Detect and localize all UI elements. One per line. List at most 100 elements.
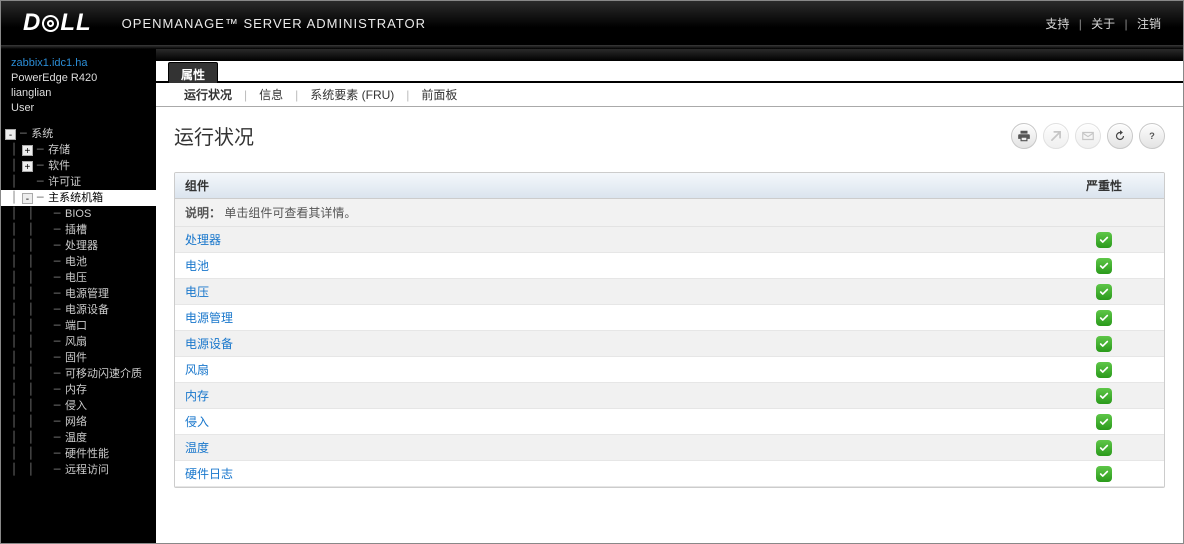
tree-spacer xyxy=(39,401,50,412)
logout-link[interactable]: 注销 xyxy=(1137,17,1161,31)
tree-item[interactable]: │ │ ─ 网络 xyxy=(1,414,156,430)
tree-spacer xyxy=(39,241,50,252)
table-row: 温度 xyxy=(175,435,1164,461)
tree-item[interactable]: -─ 系统 xyxy=(1,126,156,142)
tree-item-label: 可移动闪速介质 xyxy=(65,366,142,382)
tree-item-label: 硬件性能 xyxy=(65,446,109,462)
health-table: 组件 严重性 说明： 单击组件可查看其详情。处理器电池电压电源管理电源设备风扇内… xyxy=(175,173,1164,487)
component-link[interactable]: 电压 xyxy=(185,285,209,299)
tree-item[interactable]: │ +─ 软件 xyxy=(1,158,156,174)
tree-item[interactable]: │ -─ 主系统机箱 xyxy=(1,190,156,206)
page: 运行状况 ? xyxy=(156,107,1183,543)
component-cell: 温度 xyxy=(175,435,1044,461)
tree-item-label: 软件 xyxy=(48,158,70,174)
subtab[interactable]: 运行状况 xyxy=(172,83,244,106)
status-ok-icon xyxy=(1096,414,1112,430)
tree-item-label: 固件 xyxy=(65,350,87,366)
severity-cell xyxy=(1044,461,1164,487)
tree-item[interactable]: │ │ ─ 处理器 xyxy=(1,238,156,254)
collapse-icon[interactable]: - xyxy=(5,129,16,140)
component-link[interactable]: 硬件日志 xyxy=(185,467,233,481)
tree-item[interactable]: │ │ ─ 内存 xyxy=(1,382,156,398)
tree-item-label: 电压 xyxy=(65,270,87,286)
tree-item[interactable]: │ │ ─ 温度 xyxy=(1,430,156,446)
sidebar: zabbix1.idc1.ha PowerEdge R420 lianglian… xyxy=(1,49,156,543)
export-button[interactable] xyxy=(1043,123,1069,149)
collapse-icon[interactable]: - xyxy=(22,193,33,204)
severity-cell xyxy=(1044,409,1164,435)
component-link[interactable]: 温度 xyxy=(185,441,209,455)
support-link[interactable]: 支持 xyxy=(1045,17,1069,31)
col-component[interactable]: 组件 xyxy=(175,173,1044,199)
email-button[interactable] xyxy=(1075,123,1101,149)
tree-item[interactable]: │ │ ─ 侵入 xyxy=(1,398,156,414)
tree-item-label: 存储 xyxy=(48,142,70,158)
refresh-button[interactable] xyxy=(1107,123,1133,149)
tree-item-label: 电源管理 xyxy=(65,286,109,302)
tree-item[interactable]: │ │ ─ 远程访问 xyxy=(1,462,156,478)
component-link[interactable]: 处理器 xyxy=(185,233,221,247)
print-icon xyxy=(1017,129,1031,143)
content: 属性 运行状况|信息|系统要素 (FRU)|前面板 运行状况 xyxy=(156,49,1183,543)
tree-item[interactable]: │ │ ─ 插槽 xyxy=(1,222,156,238)
tab-properties[interactable]: 属性 xyxy=(168,62,218,83)
tree-item-label: 端口 xyxy=(65,318,87,334)
component-link[interactable]: 内存 xyxy=(185,389,209,403)
subtab[interactable]: 系统要素 (FRU) xyxy=(298,83,406,106)
tree-item-label: 许可证 xyxy=(48,174,81,190)
component-link[interactable]: 风扇 xyxy=(185,363,209,377)
server-model: PowerEdge R420 xyxy=(1,71,156,86)
component-link[interactable]: 电源管理 xyxy=(185,311,233,325)
content-banner xyxy=(156,49,1183,61)
email-icon xyxy=(1081,129,1095,143)
table-row: 电源管理 xyxy=(175,305,1164,331)
component-link[interactable]: 电池 xyxy=(185,259,209,273)
help-button[interactable]: ? xyxy=(1139,123,1165,149)
component-cell: 风扇 xyxy=(175,357,1044,383)
tree-item[interactable]: │ │ ─ BIOS xyxy=(1,206,156,222)
subtab[interactable]: 前面板 xyxy=(409,83,469,106)
tree-item[interactable]: │ │ ─ 风扇 xyxy=(1,334,156,350)
tree-item[interactable]: │ │ ─ 电池 xyxy=(1,254,156,270)
expand-icon[interactable]: + xyxy=(22,145,33,156)
component-link[interactable]: 侵入 xyxy=(185,415,209,429)
status-ok-icon xyxy=(1096,440,1112,456)
col-severity[interactable]: 严重性 xyxy=(1044,173,1164,199)
tree-item-label: 网络 xyxy=(65,414,87,430)
component-link[interactable]: 电源设备 xyxy=(185,337,233,351)
primary-tabs: 属性 xyxy=(156,61,1183,83)
about-link[interactable]: 关于 xyxy=(1091,17,1115,31)
tree-item[interactable]: │ │ ─ 端口 xyxy=(1,318,156,334)
nav-tree: -─ 系统 │ +─ 存储 │ +─ 软件 │ ─ 许可证 │ -─ 主系统机箱… xyxy=(1,126,156,478)
subtab[interactable]: 信息 xyxy=(247,83,295,106)
separator: | xyxy=(1125,17,1128,31)
expand-icon[interactable]: + xyxy=(22,161,33,172)
tree-spacer xyxy=(39,273,50,284)
tree-spacer xyxy=(22,177,33,188)
tree-item-label: 风扇 xyxy=(65,334,87,350)
top-banner: DLL OPENMANAGE™ SERVER ADMINISTRATOR 支持 … xyxy=(1,1,1183,45)
tree-item[interactable]: │ │ ─ 可移动闪速介质 xyxy=(1,366,156,382)
tree-item[interactable]: │ │ ─ 电源设备 xyxy=(1,302,156,318)
component-cell: 电源设备 xyxy=(175,331,1044,357)
print-button[interactable] xyxy=(1011,123,1037,149)
tree-spacer xyxy=(39,449,50,460)
tree-item[interactable]: │ │ ─ 电源管理 xyxy=(1,286,156,302)
tree-item[interactable]: │ │ ─ 硬件性能 xyxy=(1,446,156,462)
component-cell: 电池 xyxy=(175,253,1044,279)
tree-item[interactable]: │ │ ─ 电压 xyxy=(1,270,156,286)
table-row: 电源设备 xyxy=(175,331,1164,357)
tree-item[interactable]: │ │ ─ 固件 xyxy=(1,350,156,366)
host-name[interactable]: zabbix1.idc1.ha xyxy=(1,55,156,71)
table-row: 电池 xyxy=(175,253,1164,279)
tree-item[interactable]: │ +─ 存储 xyxy=(1,142,156,158)
component-cell: 硬件日志 xyxy=(175,461,1044,487)
tree-item[interactable]: │ ─ 许可证 xyxy=(1,174,156,190)
tree-spacer xyxy=(39,433,50,444)
component-cell: 电压 xyxy=(175,279,1044,305)
brand-logo: DLL xyxy=(23,9,92,37)
status-ok-icon xyxy=(1096,284,1112,300)
tree-item-label: 温度 xyxy=(65,430,87,446)
tree-item-label: 主系统机箱 xyxy=(48,190,103,206)
arrow-up-right-icon xyxy=(1049,129,1063,143)
